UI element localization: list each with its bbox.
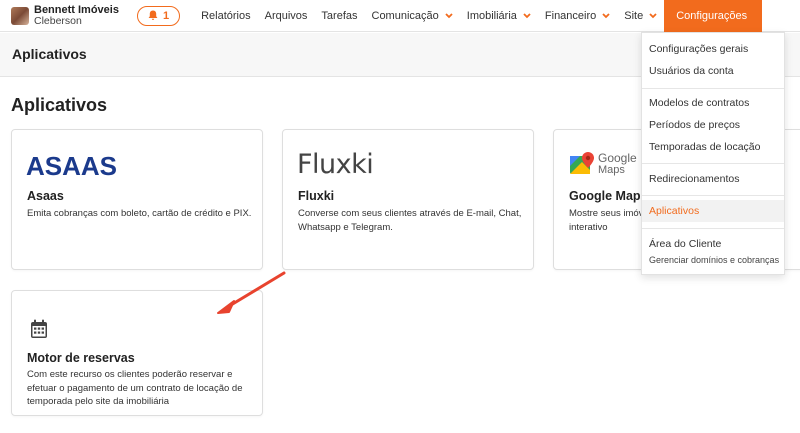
menu-divider	[642, 88, 784, 89]
nav-financeiro[interactable]: Financeiro	[538, 0, 617, 32]
brand-user: Cleberson	[34, 14, 82, 27]
google-maps-logo-text-2: Maps	[598, 164, 625, 176]
bell-icon	[148, 10, 158, 20]
card-description: Converse com seus clientes através de E-…	[298, 208, 522, 233]
google-maps-logo: Google Maps	[568, 148, 637, 180]
chevron-down-icon	[445, 12, 453, 18]
nav-configuracoes[interactable]: Configurações	[664, 0, 763, 32]
menu-divider	[642, 195, 784, 196]
app-card-asaas[interactable]: ASAAS Asaas Emita cobranças com boleto, …	[11, 129, 263, 270]
menu-item-temporadas-de-locacao[interactable]: Temporadas de locação	[642, 136, 784, 158]
card-description: Emita cobranças com boleto, cartão de cr…	[27, 208, 252, 219]
asaas-logo: ASAAS	[26, 148, 116, 180]
card-description: Mostre seus imóv interativo	[569, 208, 644, 233]
nav-site[interactable]: Site	[617, 0, 664, 32]
nav-imobiliaria[interactable]: Imobiliária	[460, 0, 538, 32]
calendar-icon	[30, 313, 48, 345]
google-maps-pin-icon	[570, 152, 594, 174]
top-navbar: Bennett Imóveis Cleberson 1 Relatórios A…	[0, 0, 800, 32]
menu-item-periodos-de-precos[interactable]: Períodos de preços	[642, 114, 784, 136]
notifications-count: 1	[162, 9, 170, 22]
notifications-button[interactable]: 1	[136, 5, 181, 26]
card-title: Asaas	[27, 189, 64, 203]
nav-comunicacao[interactable]: Comunicação	[365, 0, 460, 32]
nav-arquivos[interactable]: Arquivos	[258, 0, 315, 32]
menu-item-configuracoes-gerais[interactable]: Configurações gerais	[642, 38, 784, 60]
card-description: Com este recurso os clientes poderão res…	[27, 369, 243, 407]
card-title: Google Maps	[569, 189, 648, 203]
menu-item-area-do-cliente[interactable]: Área do Cliente	[642, 233, 784, 255]
menu-divider	[642, 228, 784, 229]
card-title: Motor de reservas	[27, 351, 135, 365]
menu-item-usuarios-da-conta[interactable]: Usuários da conta	[642, 60, 784, 82]
card-title: Fluxki	[298, 189, 335, 203]
chevron-down-icon	[523, 12, 531, 18]
chevron-down-icon	[602, 12, 610, 18]
google-maps-logo-text-1: Google	[598, 151, 637, 165]
menu-item-modelos-de-contratos[interactable]: Modelos de contratos	[642, 92, 784, 114]
main-nav: Relatórios Arquivos Tarefas Comunicação …	[194, 0, 763, 32]
app-card-fluxki[interactable]: Fluxki Fluxki Converse com seus clientes…	[282, 129, 534, 270]
subheader-title: Aplicativos	[12, 46, 87, 62]
fluxki-logo: Fluxki	[297, 148, 374, 180]
configuracoes-dropdown: Configurações gerais Usuários da conta M…	[641, 32, 785, 275]
chevron-down-icon	[649, 12, 657, 18]
menu-item-area-do-cliente-sub: Gerenciar domínios e cobranças	[649, 255, 780, 265]
asaas-wings-icon: ASAAS	[26, 151, 116, 179]
brand-name: Bennett Imóveis	[34, 3, 119, 16]
nav-relatorios[interactable]: Relatórios	[194, 0, 258, 32]
asaas-logo-text: ASAAS	[26, 151, 116, 179]
menu-item-aplicativos[interactable]: Aplicativos	[642, 200, 784, 222]
menu-divider	[642, 163, 784, 164]
brand[interactable]: Bennett Imóveis Cleberson	[11, 0, 119, 32]
avatar	[11, 6, 29, 25]
menu-item-redirecionamentos[interactable]: Redirecionamentos	[642, 168, 784, 190]
page-title: Aplicativos	[11, 95, 108, 115]
nav-tarefas[interactable]: Tarefas	[314, 0, 364, 32]
annotation-arrow-icon	[217, 271, 286, 314]
